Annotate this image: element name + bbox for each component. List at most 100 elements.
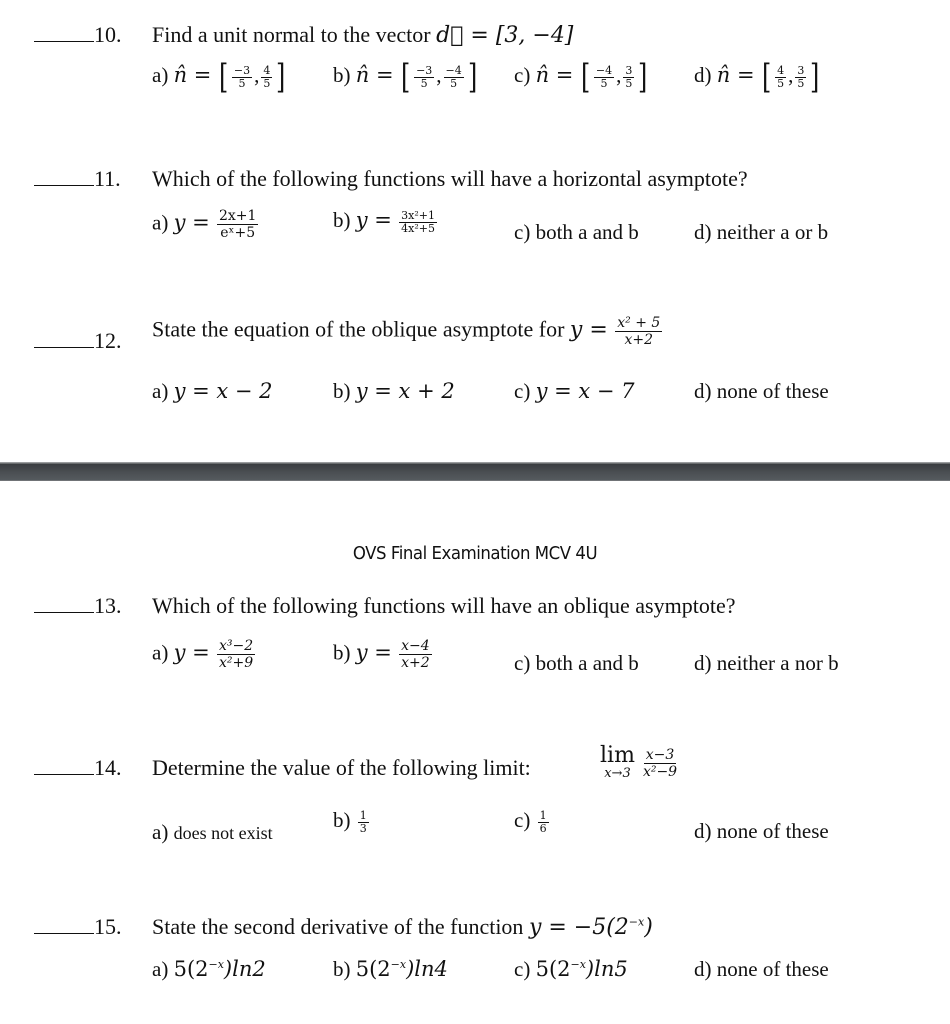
option-label: b) <box>333 808 351 832</box>
option-label: b) <box>333 62 351 87</box>
option-c[interactable]: c) both a and b <box>514 220 639 245</box>
option-text: none of these <box>716 957 829 981</box>
answer-blank[interactable] <box>34 915 94 934</box>
denominator: x²−9 <box>642 763 678 780</box>
option-b[interactable]: b) y = 3x²+1 4x²+5 <box>333 208 439 235</box>
page-header: OVS Final Examination MCV 4U <box>352 543 598 564</box>
option-math: y = x + 2 <box>355 379 455 403</box>
fraction: −3 5 <box>231 64 253 90</box>
option-lhs: y = <box>355 208 392 232</box>
answer-blank[interactable] <box>34 594 94 613</box>
question-number: 12. <box>94 328 122 353</box>
option-math: y = x − 7 <box>535 379 635 403</box>
fraction: 45 <box>775 63 787 90</box>
option-exponent: −x <box>390 958 407 971</box>
answer-blank[interactable] <box>34 167 94 186</box>
bracket-open: [ <box>761 57 772 97</box>
option-d[interactable]: d) neither a nor b <box>694 651 839 676</box>
option-c[interactable]: c) n̂ = [−4 5, 3 5] <box>514 60 650 94</box>
option-a[interactable]: a) 5(2−x)ln2 <box>152 957 266 982</box>
denominator: 5 <box>777 76 785 90</box>
option-a[interactable]: a) y = x³−2 x²+9 <box>152 638 257 671</box>
answer-blank[interactable] <box>34 329 94 348</box>
option-text: does not exist <box>173 823 273 843</box>
option-label: d) <box>694 220 712 244</box>
option-a[interactable]: a) does not exist <box>152 820 273 845</box>
option-d[interactable]: d) none of these <box>694 379 829 404</box>
option-d[interactable]: d) none of these <box>694 819 829 844</box>
option-c[interactable]: c) y = x − 7 <box>514 379 635 404</box>
option-tail: )ln2 <box>223 957 266 981</box>
fraction: 35 <box>623 64 635 90</box>
numerator: x² + 5 <box>615 315 663 332</box>
question-15: 15. <box>34 914 122 940</box>
option-lhs: n̂ = <box>173 62 212 87</box>
fraction: 3x²+1 4x²+5 <box>399 209 437 235</box>
option-label: c) <box>514 651 531 675</box>
option-d[interactable]: d) neither a or b <box>694 220 828 245</box>
numerator: x−4 <box>399 638 432 655</box>
option-label: b) <box>333 379 351 403</box>
option-base: 5(2 <box>173 957 209 981</box>
answer-blank[interactable] <box>34 756 94 775</box>
option-tail: )ln5 <box>585 957 628 981</box>
option-label: c) <box>514 220 531 244</box>
prompt-math: d⃗ = [3, −4] <box>436 23 574 48</box>
question-number: 15. <box>94 914 122 939</box>
option-b[interactable]: b) y = x−4 x+2 <box>333 638 434 671</box>
prompt-text: State the second derivative of the funct… <box>152 914 524 939</box>
option-c[interactable]: c) both a and b <box>514 651 639 676</box>
option-b[interactable]: b) 5(2−x)ln4 <box>333 957 448 982</box>
option-d[interactable]: d) none of these <box>694 957 829 982</box>
prompt-close: ) <box>644 915 653 940</box>
option-label: c) <box>514 957 531 981</box>
bracket-close: ] <box>810 57 820 97</box>
answer-blank[interactable] <box>34 23 94 42</box>
option-a[interactable]: a) y = 2x+1 eˣ+5 <box>152 208 260 241</box>
numerator: 4 <box>261 63 273 78</box>
option-math: y = x − 2 <box>173 379 273 403</box>
option-exponent: −x <box>570 958 586 971</box>
option-b[interactable]: b) n̂ = [−3 5, −4 5] <box>333 57 479 97</box>
bracket-close: ] <box>276 57 286 97</box>
option-b[interactable]: b) 13 <box>333 808 371 835</box>
fraction: −3 5 <box>414 63 435 90</box>
question-14: 14. <box>34 755 122 781</box>
question-prompt: State the second derivative of the funct… <box>152 914 653 940</box>
option-d[interactable]: d) n̂ = [4 5, 3 5] <box>694 57 822 97</box>
option-label: c) <box>514 62 531 87</box>
question-number: 11. <box>94 166 121 191</box>
option-label: c) <box>514 379 531 403</box>
limit-operator: lim x→3 <box>600 745 635 781</box>
fraction: 16 <box>537 809 549 835</box>
question-12: 12. <box>34 328 122 354</box>
denominator: 5 <box>450 76 458 90</box>
option-label: b) <box>333 957 351 981</box>
option-b[interactable]: b) y = x + 2 <box>333 379 455 404</box>
option-c[interactable]: c) 16 <box>514 808 551 835</box>
option-c[interactable]: c) 5(2−x)ln5 <box>514 957 628 982</box>
bracket-open: [ <box>400 57 411 97</box>
option-a[interactable]: a) y = x − 2 <box>152 379 273 404</box>
question-number: 10. <box>94 22 122 47</box>
denominator: 3 <box>359 821 367 835</box>
numerator: 4 <box>775 63 787 78</box>
numerator: −4 <box>593 63 615 78</box>
fraction: x−3 x²−9 <box>641 747 679 780</box>
option-a[interactable]: a) n̂ = [−3 5, 4 5] <box>152 57 288 97</box>
question-prompt: Find a unit normal to the vector d⃗ = [3… <box>152 22 573 48</box>
option-lhs: y = <box>173 210 210 235</box>
prompt-text: Find a unit normal to the vector <box>152 22 431 47</box>
option-text: both a and b <box>535 220 639 244</box>
question-number: 14. <box>94 755 122 780</box>
bracket-close: ] <box>467 57 478 97</box>
option-label: d) <box>694 651 712 675</box>
question-11: 11. <box>34 166 121 192</box>
numerator: x−3 <box>643 746 677 764</box>
numerator: −3 <box>414 63 435 78</box>
fraction: −4 5 <box>443 64 464 90</box>
question-prompt: State the equation of the oblique asympt… <box>152 315 664 348</box>
denominator: 5 <box>238 76 246 90</box>
numerator: 3 <box>795 63 807 78</box>
option-lhs: n̂ = <box>355 62 394 87</box>
